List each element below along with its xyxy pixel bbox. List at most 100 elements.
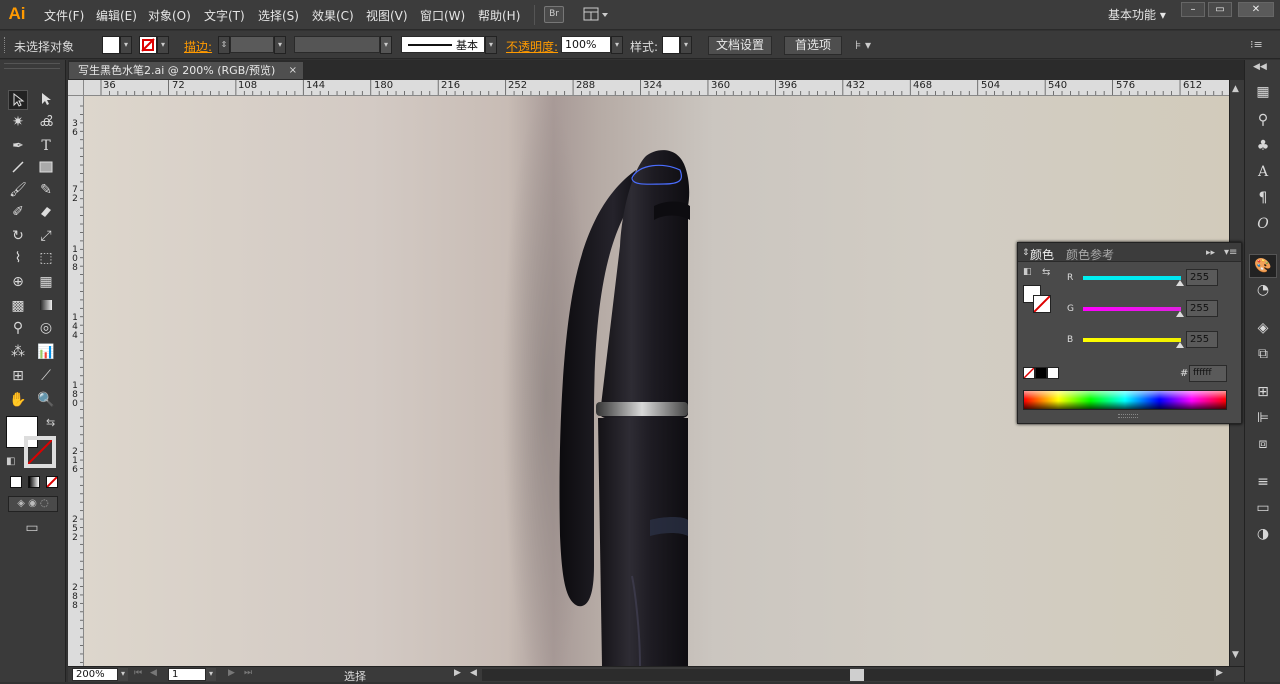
black-color-button[interactable] (1035, 367, 1047, 379)
menu-select[interactable]: 选择(S) (258, 7, 299, 24)
libraries-icon[interactable]: ▦ (1253, 82, 1273, 102)
pencil-tool-icon[interactable]: ✎ (36, 180, 56, 200)
lasso-tool-icon[interactable]: ൿ (36, 112, 56, 132)
stroke-weight-stepper[interactable]: ⇕ (218, 36, 230, 54)
artboard-dropdown[interactable]: ▾ (206, 668, 216, 681)
rotate-tool-icon[interactable]: ↻ (8, 226, 28, 246)
color-panel-icon[interactable]: 🎨 (1249, 254, 1277, 278)
menu-file[interactable]: 文件(F) (44, 7, 84, 24)
pen-tool-icon[interactable]: ✒ (8, 136, 28, 156)
default-colors-icon[interactable]: ◧ (6, 456, 15, 467)
free-transform-tool-icon[interactable]: ⬚ (36, 248, 56, 268)
transform-icon[interactable]: ⊞ (1253, 382, 1273, 402)
ruler-origin[interactable] (68, 80, 84, 96)
swap-colors-icon[interactable]: ⇆ (1042, 267, 1050, 278)
panel-expand-icon[interactable]: ▸▸ (1206, 248, 1215, 258)
selection-tool-icon[interactable] (8, 90, 28, 110)
screen-mode-icon[interactable]: ▭ (20, 520, 44, 538)
warp-tool-icon[interactable]: ⌇ (8, 248, 28, 268)
minimize-button[interactable]: – (1181, 2, 1205, 17)
menu-object[interactable]: 对象(O) (148, 7, 191, 24)
horizontal-ruler[interactable]: 36 72 108 144 180 216 252 288 324 360 39… (84, 80, 1229, 96)
panel-options-icon[interactable]: ▾≡ (1224, 247, 1237, 258)
zoom-level-field[interactable]: 200% (72, 668, 118, 681)
panel-collapse-icon[interactable]: ⇕ (1022, 248, 1030, 258)
symbol-sprayer-tool-icon[interactable]: ⁂ (8, 342, 28, 362)
perspective-grid-tool-icon[interactable]: ▦ (36, 272, 56, 292)
artboard-tool-icon[interactable]: ⊞ (8, 366, 28, 386)
align-panel-icon[interactable]: ⊫ (1253, 408, 1273, 428)
brush-dropdown[interactable]: ▾ (485, 36, 497, 54)
white-color-button[interactable] (1047, 367, 1059, 379)
direct-selection-tool-icon[interactable] (36, 90, 56, 110)
horizontal-scroll-thumb[interactable] (850, 669, 864, 681)
channel-g-slider[interactable] (1083, 307, 1181, 311)
channel-r-slider[interactable] (1083, 276, 1181, 280)
stroke-label[interactable]: 描边: (184, 38, 212, 55)
color-guide-icon[interactable]: ◔ (1253, 280, 1273, 300)
channel-g-thumb[interactable] (1176, 311, 1184, 317)
control-bar-grip[interactable] (4, 37, 7, 53)
gradient-tool-icon[interactable] (36, 296, 56, 316)
channel-r-field[interactable]: 255 (1186, 269, 1218, 286)
opacity-field[interactable]: 100% (561, 36, 611, 53)
hex-color-field[interactable]: ffffff (1189, 365, 1227, 382)
opacity-dropdown[interactable]: ▾ (611, 36, 623, 54)
type-tool-icon[interactable]: T (36, 136, 56, 156)
next-artboard-icon[interactable]: ▶ (228, 668, 235, 678)
rectangle-tool-icon[interactable] (36, 158, 56, 178)
character-icon[interactable]: A (1253, 162, 1273, 182)
graphic-style-swatch[interactable] (662, 36, 680, 54)
preferences-button[interactable]: 首选项 (784, 36, 842, 55)
scroll-up-icon[interactable]: ▲ (1232, 84, 1239, 94)
workspace-switcher[interactable]: 基本功能 ▾ (1108, 6, 1166, 23)
stroke-color-swatch[interactable] (24, 436, 56, 468)
document-tab[interactable]: 写生黑色水笔2.ai @ 200% (RGB/预览) × (68, 61, 304, 80)
zoom-tool-icon[interactable]: 🔍 (36, 390, 56, 410)
maximize-button[interactable]: ▭ (1208, 2, 1232, 17)
brush-definition[interactable]: 基本 (401, 36, 485, 53)
channel-b-field[interactable]: 255 (1186, 331, 1218, 348)
menu-window[interactable]: 窗口(W) (420, 7, 465, 24)
magic-wand-tool-icon[interactable]: ✷ (8, 112, 28, 132)
eyedropper-tool-icon[interactable]: ⚲ (8, 318, 28, 338)
gradient-mode-button[interactable] (28, 476, 40, 488)
scroll-left-icon[interactable]: ◀ (470, 668, 477, 678)
paintbrush-tool-icon[interactable]: 🖌 (8, 180, 28, 200)
scroll-right-icon[interactable]: ▶ (1216, 668, 1223, 678)
menu-type[interactable]: 文字(T) (204, 7, 245, 24)
variable-width-dropdown[interactable]: ▾ (380, 36, 392, 54)
slice-tool-icon[interactable]: ⟋ (36, 366, 56, 386)
document-setup-button[interactable]: 文档设置 (708, 36, 772, 55)
mesh-tool-icon[interactable]: ▩ (8, 296, 28, 316)
previous-artboard-icon[interactable]: ◀ (150, 668, 157, 678)
gradient-panel-icon[interactable]: ▭ (1253, 498, 1273, 518)
swap-fill-stroke-icon[interactable]: ⇆ (46, 416, 55, 429)
close-window-button[interactable]: ✕ (1238, 2, 1274, 17)
stroke-color-box[interactable] (1033, 295, 1051, 313)
menu-edit[interactable]: 编辑(E) (96, 7, 137, 24)
status-menu-icon[interactable]: ▶ (454, 668, 461, 678)
tab-color[interactable]: 颜色 (1030, 246, 1054, 263)
color-mode-button[interactable] (10, 476, 22, 488)
menu-view[interactable]: 视图(V) (366, 7, 408, 24)
scroll-down-icon[interactable]: ▼ (1232, 650, 1239, 660)
blend-tool-icon[interactable]: ◎ (36, 318, 56, 338)
stroke-weight-field[interactable] (230, 36, 274, 53)
symbols-icon[interactable]: ♣ (1253, 136, 1273, 156)
first-artboard-icon[interactable]: ⏮ (134, 668, 142, 678)
last-artboard-icon[interactable]: ⏭ (244, 668, 252, 678)
horizontal-scrollbar[interactable] (482, 669, 1214, 681)
transparency-icon[interactable]: ◑ (1253, 524, 1273, 544)
tools-panel-grip[interactable] (4, 63, 60, 69)
panel-menu-icon[interactable]: ⁝≡ (1250, 38, 1263, 51)
eraser-tool-icon[interactable] (36, 202, 56, 222)
close-tab-icon[interactable]: × (289, 62, 297, 79)
marker-barrel[interactable] (598, 418, 688, 666)
hand-tool-icon[interactable]: ✋ (8, 390, 28, 410)
channel-b-slider[interactable] (1083, 338, 1181, 342)
tab-color-guide[interactable]: 颜色参考 (1066, 246, 1114, 263)
stroke-swatch[interactable] (139, 36, 157, 54)
none-color-button[interactable] (1023, 367, 1035, 379)
align-options-button[interactable]: ⊧ ▾ (855, 38, 887, 54)
